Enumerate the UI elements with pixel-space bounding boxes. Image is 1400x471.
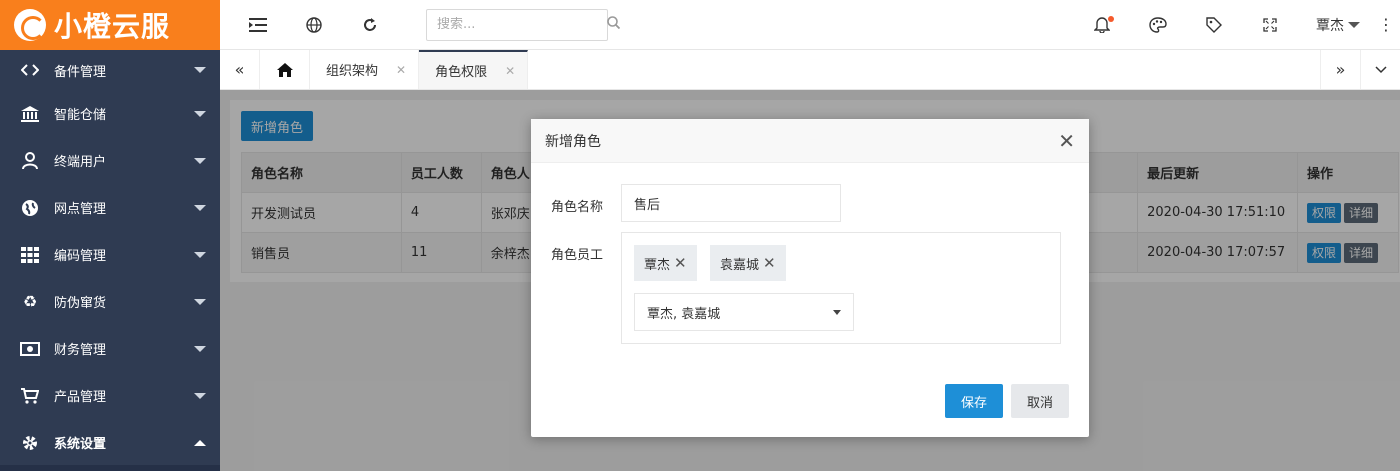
tab-org-structure[interactable]: 组织架构 ✕ (310, 50, 420, 89)
role-name-input[interactable]: 售后 (621, 184, 841, 222)
chevron-down-icon (1348, 21, 1360, 28)
sidebar-item-outlets[interactable]: 网点管理 (0, 184, 220, 231)
sidebar-item-label: 编码管理 (54, 249, 107, 264)
logo-mark-icon (14, 9, 46, 41)
modal-title: 新增角色 (545, 133, 601, 150)
staff-chip: 覃杰 ✕ (634, 245, 697, 281)
sidebar-item-label: 网点管理 (54, 202, 107, 217)
chevron-down-icon (194, 392, 206, 399)
tab-label: 组织架构 (326, 64, 379, 79)
menu-collapse-icon[interactable] (230, 0, 286, 50)
tabs-dropdown-icon[interactable] (1360, 50, 1400, 89)
modal-header: 新增角色 ✕ (531, 119, 1089, 163)
fullscreen-icon[interactable] (1242, 0, 1298, 50)
role-name-row: 角色名称 (551, 196, 621, 215)
sidebar-item-end-users[interactable]: 终端用户 (0, 137, 220, 184)
search-input[interactable] (437, 17, 607, 32)
more-vertical-icon[interactable]: ⋮ (1372, 15, 1400, 34)
sidebar-item-label: 系统设置 (54, 437, 107, 452)
remove-chip-icon[interactable]: ✕ (763, 254, 776, 272)
role-name-label: 角色名称 (551, 200, 604, 215)
gear-icon (20, 433, 40, 453)
money-icon (20, 339, 40, 359)
role-staff-label: 角色员工 (551, 248, 604, 263)
sidebar-item-system-settings[interactable]: 系统设置 (0, 419, 220, 466)
staff-selector: 覃杰 ✕ 袁嘉城 ✕ 覃杰, 袁嘉城 (621, 232, 1061, 344)
chevron-down-icon (194, 204, 206, 211)
sidebar-item-label: 产品管理 (54, 390, 107, 405)
sidebar-item-codes[interactable]: 编码管理 (0, 231, 220, 278)
sidebar-item-label: 防伪窜货 (54, 296, 107, 311)
sidebar-item-products[interactable]: 产品管理 (0, 372, 220, 419)
recycle-icon: ♻ (22, 292, 38, 311)
tabs-right-controls: » (1320, 50, 1400, 89)
header-tools: 覃杰 ⋮ (1074, 0, 1400, 50)
staff-select[interactable]: 覃杰, 袁嘉城 (634, 293, 854, 331)
submenu-edge (0, 465, 220, 471)
grid-icon (20, 245, 40, 265)
refresh-icon[interactable] (342, 0, 398, 50)
sidebar-item-spare-parts[interactable]: 备件管理 (0, 50, 220, 90)
role-staff-row: 角色员工 (551, 244, 621, 263)
globe-icon (20, 198, 40, 218)
link-icon (20, 60, 40, 80)
add-role-modal: 新增角色 ✕ 角色名称 售后 角色员工 覃杰 ✕ 袁嘉城 ✕ 覃杰, 袁嘉城 保… (531, 119, 1089, 437)
bank-icon (20, 104, 40, 124)
sidebar-item-label: 财务管理 (54, 343, 107, 358)
sidebar-item-warehouse[interactable]: 智能仓储 (0, 90, 220, 137)
logo-text: 小橙云服 (54, 10, 171, 43)
user-menu[interactable]: 覃杰 (1298, 0, 1372, 50)
palette-icon[interactable] (1130, 0, 1186, 50)
notification-dot (1108, 15, 1114, 22)
close-icon[interactable]: ✕ (1058, 129, 1075, 153)
chevron-down-icon (833, 309, 841, 315)
search-icon[interactable] (607, 16, 621, 33)
close-icon[interactable]: ✕ (396, 63, 406, 77)
chevron-down-icon (194, 345, 206, 352)
chevron-up-icon (194, 439, 206, 446)
remove-chip-icon[interactable]: ✕ (674, 254, 687, 272)
search-box[interactable] (426, 8, 621, 41)
chip-label: 袁嘉城 (720, 257, 760, 273)
save-button[interactable]: 保存 (945, 384, 1003, 418)
chevron-down-icon (194, 67, 206, 73)
sidebar-item-finance[interactable]: 财务管理 (0, 325, 220, 372)
tabs-bar: « 组织架构 ✕ 角色权限 ✕ » (220, 50, 1400, 90)
tabs-scroll-right-icon[interactable]: » (1320, 50, 1360, 89)
sidebar: 小橙云服 备件管理 智能仓储 终端用户 网点管理 编码管理 ♻ 防伪窜货 财务管… (0, 0, 220, 471)
sidebar-item-label: 终端用户 (54, 155, 107, 170)
tab-role-permissions[interactable]: 角色权限 ✕ (419, 50, 529, 89)
sidebar-item-label: 智能仓储 (54, 108, 107, 123)
chip-label: 覃杰 (644, 257, 671, 273)
chevron-down-icon (194, 298, 206, 305)
close-icon[interactable]: ✕ (505, 64, 515, 78)
globe-icon[interactable] (286, 0, 342, 50)
cart-icon (20, 386, 40, 406)
chevron-down-icon (194, 157, 206, 164)
user-icon (20, 151, 40, 171)
home-icon (276, 62, 293, 77)
bell-icon[interactable] (1074, 0, 1130, 50)
sidebar-item-anti-counterfeit[interactable]: ♻ 防伪窜货 (0, 278, 220, 325)
chevron-down-icon (194, 110, 206, 117)
logo[interactable]: 小橙云服 (0, 0, 220, 50)
tabs-scroll-left-icon[interactable]: « (220, 50, 260, 89)
home-tab[interactable] (260, 50, 310, 89)
chevron-down-icon (194, 251, 206, 258)
tab-label: 角色权限 (435, 65, 488, 80)
tag-icon[interactable] (1186, 0, 1242, 50)
staff-select-value: 覃杰, 袁嘉城 (647, 306, 721, 322)
top-header: 覃杰 ⋮ (220, 0, 1400, 50)
sidebar-item-label: 备件管理 (54, 64, 107, 80)
cancel-button[interactable]: 取消 (1011, 384, 1069, 418)
user-name: 覃杰 (1316, 17, 1344, 34)
staff-chip: 袁嘉城 ✕ (710, 245, 786, 281)
